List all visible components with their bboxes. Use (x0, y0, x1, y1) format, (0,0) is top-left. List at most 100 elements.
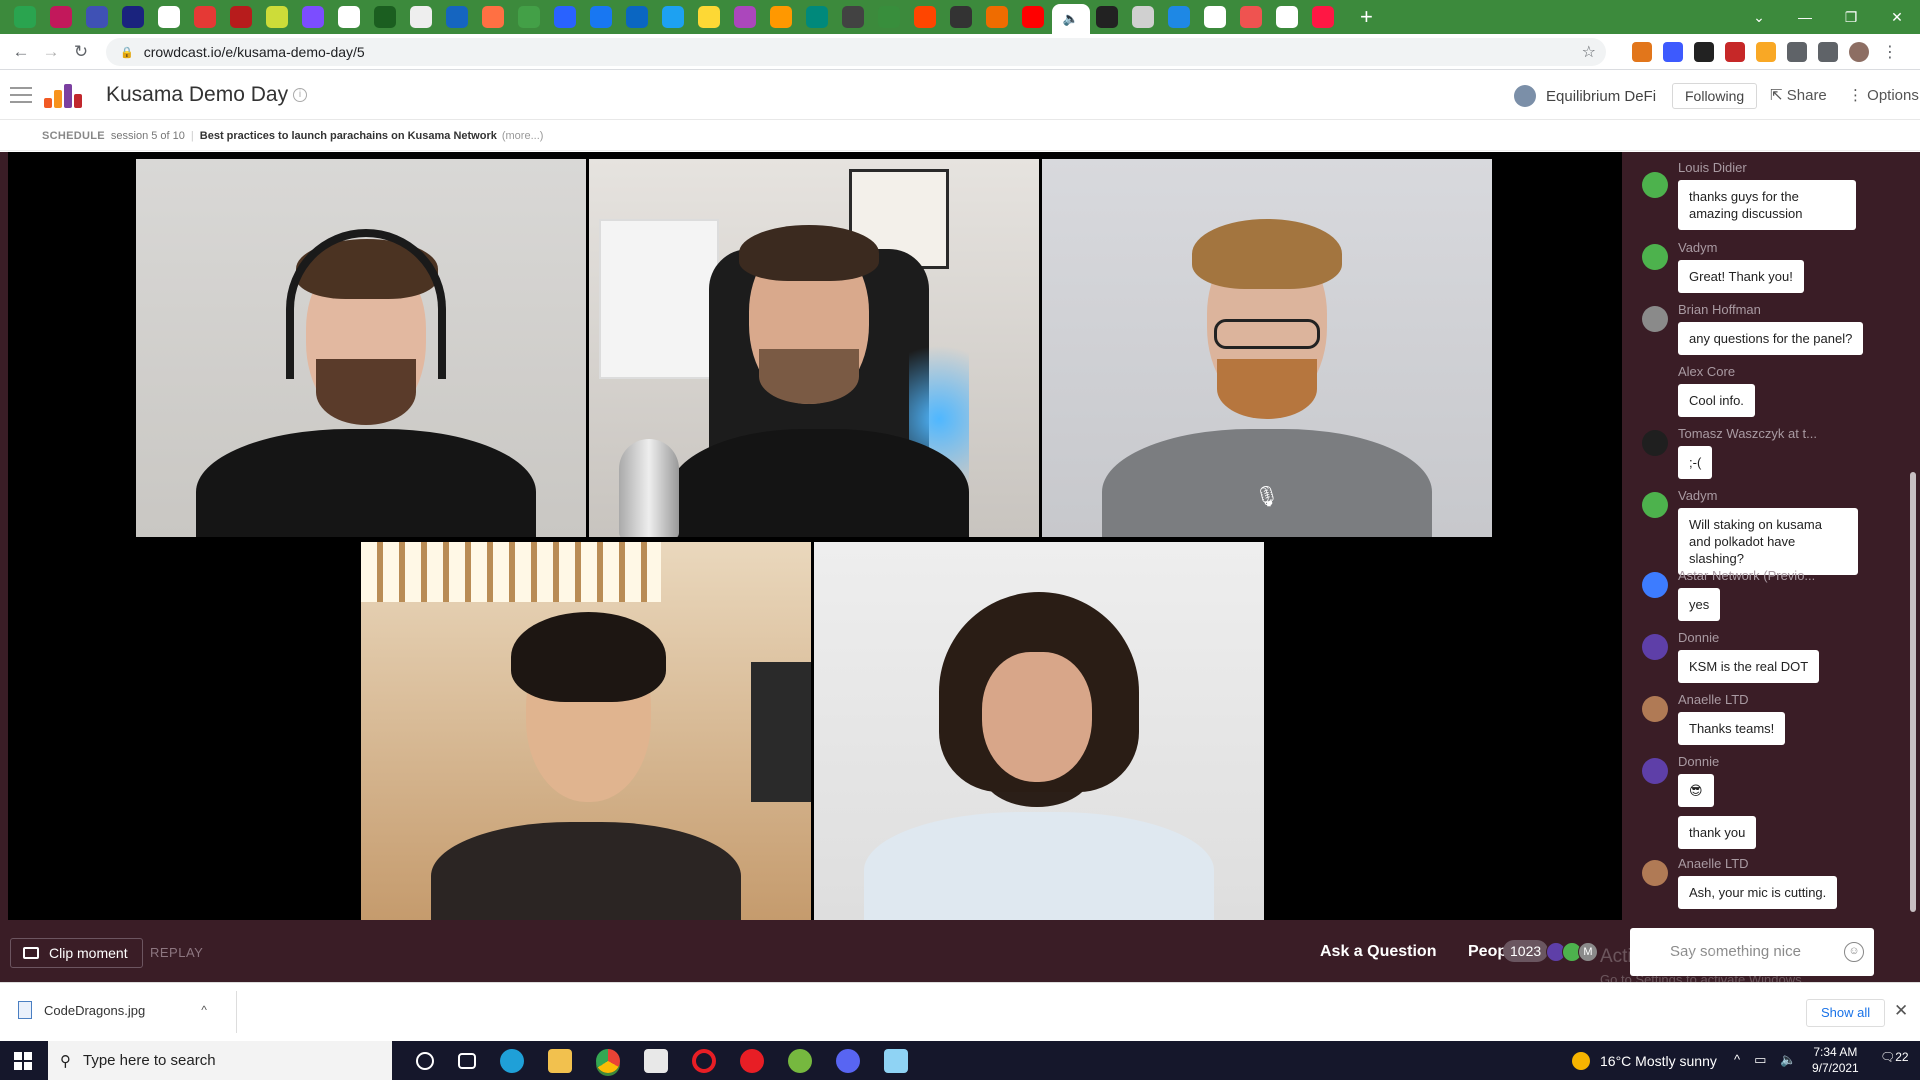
profile-avatar[interactable] (1849, 42, 1869, 62)
crowdcast-logo[interactable] (44, 84, 86, 108)
host-name[interactable]: Equilibrium DeFi (1546, 88, 1656, 105)
tab-favicon[interactable] (446, 6, 468, 28)
edge-icon[interactable] (500, 1048, 524, 1073)
tab-favicon[interactable] (1240, 6, 1262, 28)
message-author[interactable]: Brian Hoffman (1678, 302, 1761, 317)
download-filename[interactable]: CodeDragons.jpg (44, 1003, 145, 1018)
reading-list-icon[interactable] (1818, 42, 1838, 62)
message-author[interactable]: Anaelle LTD (1678, 856, 1749, 871)
address-bar[interactable]: 🔒 crowdcast.io/e/kusama-demo-day/5 ☆ (106, 38, 1606, 66)
user-avatar[interactable] (1642, 758, 1668, 784)
tab-favicon[interactable] (734, 6, 756, 28)
task-view-icon[interactable] (458, 1052, 476, 1069)
tab-favicon[interactable] (950, 6, 972, 28)
tab-favicon[interactable] (482, 6, 504, 28)
clock[interactable]: 7:34 AM 9/7/2021 (1812, 1044, 1859, 1076)
user-avatar[interactable] (1642, 572, 1668, 598)
bookmark-star-icon[interactable]: ☆ (1582, 42, 1596, 62)
tab-favicon[interactable] (302, 6, 324, 28)
chevron-up-icon[interactable]: ^ (1734, 1052, 1740, 1068)
chat-scrollbar[interactable] (1908, 152, 1918, 932)
tab-favicon[interactable] (1276, 6, 1298, 28)
message-author[interactable]: Vadym (1678, 240, 1718, 255)
message-author[interactable]: Vadym (1678, 488, 1718, 503)
tab-favicon[interactable] (194, 6, 216, 28)
back-icon[interactable]: ← (6, 42, 36, 62)
tab-favicon[interactable] (158, 6, 180, 28)
close-icon[interactable]: ✕ (1874, 9, 1920, 26)
tab-favicon[interactable] (50, 6, 72, 28)
tab-favicon[interactable] (626, 6, 648, 28)
tab-favicon[interactable] (14, 6, 36, 28)
extension-icon[interactable] (1725, 42, 1745, 62)
tab-favicon[interactable] (338, 6, 360, 28)
following-button[interactable]: Following (1672, 83, 1758, 109)
network-icon[interactable]: ▭ (1754, 1052, 1766, 1068)
tab-favicon[interactable] (1132, 6, 1154, 28)
menu-dots-icon[interactable]: ⋮ (1880, 42, 1900, 62)
video-tile-speaker-5[interactable] (814, 542, 1264, 920)
user-avatar[interactable] (1642, 634, 1668, 660)
message-author[interactable]: Donnie (1678, 754, 1719, 769)
tab-favicon[interactable] (590, 6, 612, 28)
taskbar-search[interactable]: ⚲ Type here to search (48, 1041, 392, 1080)
tab-favicon[interactable] (914, 6, 936, 28)
video-tile-speaker-3[interactable]: 🎙 (1042, 159, 1492, 537)
speaker-icon[interactable]: 🔈 (1063, 11, 1079, 27)
active-tab[interactable]: 🔈 (1052, 4, 1090, 34)
tab-search-icon[interactable]: ⌄ (1736, 9, 1782, 26)
tab-favicon[interactable] (518, 6, 540, 28)
reload-icon[interactable]: ↻ (66, 42, 96, 62)
video-tile-speaker-4[interactable] (361, 542, 811, 920)
people-count-badge[interactable]: 1023 (1503, 940, 1549, 962)
tab-favicon[interactable] (770, 6, 792, 28)
message-author[interactable]: Donnie (1678, 630, 1719, 645)
hamburger-menu-icon[interactable] (10, 87, 32, 103)
download-item[interactable]: CodeDragons.jpg ^ (18, 1001, 207, 1019)
cortana-icon[interactable] (416, 1051, 434, 1070)
user-avatar[interactable] (1642, 492, 1668, 518)
user-avatar[interactable] (1642, 696, 1668, 722)
tab-favicon[interactable] (986, 6, 1008, 28)
taskbar-search-placeholder[interactable]: Type here to search (83, 1052, 216, 1069)
tab-favicon[interactable] (374, 6, 396, 28)
lock-icon[interactable]: 🔒 (120, 46, 134, 59)
tab-favicon[interactable] (878, 6, 900, 28)
message-author[interactable]: Tomasz Waszczyk at t... (1678, 426, 1817, 441)
discord-icon[interactable] (836, 1048, 860, 1073)
tab-favicon[interactable] (1204, 6, 1226, 28)
tab-favicon[interactable] (266, 6, 288, 28)
tab-favicon[interactable] (410, 6, 432, 28)
metamask-icon[interactable] (1632, 42, 1652, 62)
new-tab-button[interactable]: + (1360, 4, 1373, 30)
tab-favicon[interactable] (86, 6, 108, 28)
store-icon[interactable] (644, 1048, 668, 1073)
video-tile-speaker-1[interactable] (136, 159, 586, 537)
tab-favicon[interactable] (698, 6, 720, 28)
extension-icon[interactable] (1756, 42, 1776, 62)
schedule-link[interactable]: SCHEDULE (42, 130, 105, 142)
share-button[interactable]: ⇱ Share (1770, 86, 1827, 104)
tab-favicon[interactable] (554, 6, 576, 28)
notepad-icon[interactable] (884, 1048, 908, 1073)
puzzle-icon[interactable] (1787, 42, 1807, 62)
tab-favicon[interactable] (230, 6, 252, 28)
weather-widget[interactable]: 16°C Mostly sunny (1572, 1052, 1717, 1070)
tab-favicon[interactable] (1168, 6, 1190, 28)
windows-start-icon[interactable] (14, 1052, 32, 1070)
notification-icon[interactable]: 🗨22 (1880, 1050, 1909, 1064)
ask-question-button[interactable]: Ask a Question (1320, 943, 1436, 961)
extension-icon[interactable] (1694, 42, 1714, 62)
minimize-icon[interactable]: — (1782, 9, 1828, 25)
user-avatar[interactable] (1642, 860, 1668, 886)
more-link[interactable]: (more...) (502, 130, 544, 142)
user-avatar[interactable] (1642, 244, 1668, 270)
restore-icon[interactable]: ❐ (1828, 9, 1874, 26)
host-info[interactable]: Equilibrium DeFi (1514, 85, 1656, 107)
tab-favicon[interactable] (806, 6, 828, 28)
emoji-icon[interactable]: ☺ (1844, 942, 1864, 962)
chrome-icon[interactable] (596, 1048, 620, 1073)
tab-favicon[interactable] (122, 6, 144, 28)
message-author[interactable]: Louis Didier (1678, 160, 1747, 175)
opera-icon[interactable] (692, 1048, 716, 1073)
